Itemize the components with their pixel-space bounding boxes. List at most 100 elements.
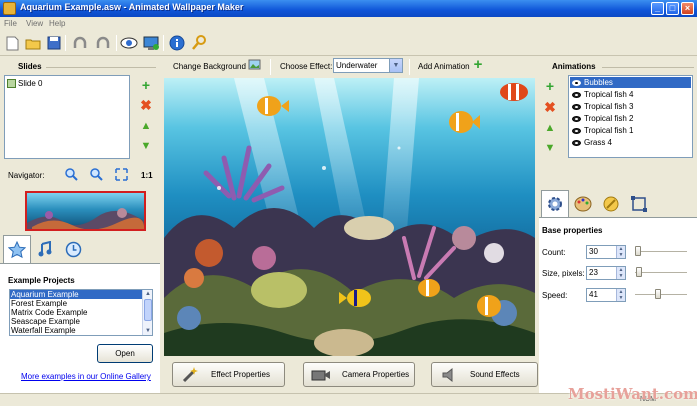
visibility-eye-icon[interactable] — [572, 127, 581, 134]
list-item[interactable]: Aquarium Example — [10, 290, 152, 299]
camera-properties-button[interactable]: Camera Properties — [303, 362, 415, 387]
undo-icon[interactable] — [71, 34, 89, 52]
fit-to-window-icon[interactable] — [114, 167, 128, 181]
move-animation-up-button[interactable]: ▲ — [543, 121, 557, 135]
move-slide-down-button[interactable]: ▼ — [139, 139, 153, 153]
save-icon[interactable] — [45, 34, 63, 52]
effect-properties-button[interactable]: Effect Properties — [172, 362, 285, 387]
list-item[interactable]: Tropical fish 1 — [570, 125, 691, 136]
slide-icon — [7, 79, 16, 88]
navigator-label: Navigator: — [8, 171, 45, 180]
examples-list[interactable]: Aquarium Example Forest Example Matrix C… — [9, 289, 153, 336]
visibility-eye-icon[interactable] — [572, 103, 581, 110]
actual-size-button[interactable]: 1:1 — [141, 171, 153, 180]
watermark: MostiWant.com — [568, 385, 697, 403]
speed-slider-thumb[interactable] — [655, 289, 661, 299]
list-item[interactable]: Forest Example — [10, 299, 152, 308]
key-icon[interactable] — [190, 34, 208, 52]
change-background-icon[interactable] — [248, 58, 262, 72]
list-item[interactable]: Tropical fish 2 — [570, 113, 691, 124]
spinner-arrows-icon[interactable]: ▲ ▼ — [616, 246, 625, 258]
change-background-button[interactable]: Change Background — [173, 62, 246, 71]
zoom-in-icon[interactable] — [64, 167, 78, 181]
base-properties-title: Base properties — [542, 226, 603, 235]
move-slide-up-button[interactable]: ▲ — [139, 119, 153, 133]
minimize-button[interactable]: _ — [651, 2, 664, 15]
animations-list[interactable]: Bubbles Tropical fish 4 Tropical fish 3 … — [568, 75, 693, 158]
tab-area[interactable] — [625, 190, 653, 217]
preview-eye-icon[interactable] — [120, 34, 138, 52]
wand-icon — [179, 366, 201, 383]
tab-schedule[interactable] — [59, 235, 87, 263]
slides-list[interactable]: Slide 0 — [4, 75, 130, 159]
window-title: Aquarium Example.asw - Animated Wallpape… — [20, 2, 244, 12]
tropical-fish-1 — [257, 96, 289, 116]
sound-effects-button[interactable]: Sound Effects — [431, 362, 538, 387]
menu-file[interactable]: File — [4, 19, 17, 28]
zoom-out-icon[interactable] — [89, 167, 103, 181]
list-item[interactable]: Grass 4 — [570, 137, 691, 148]
redo-icon[interactable] — [94, 34, 112, 52]
tab-motion[interactable] — [597, 190, 625, 217]
list-item[interactable]: Slide 0 — [7, 78, 127, 89]
menu-view[interactable]: View — [26, 19, 43, 28]
move-animation-down-button[interactable]: ▼ — [543, 141, 557, 155]
speed-slider[interactable] — [635, 289, 687, 299]
count-spinner[interactable]: 30 ▲ ▼ — [586, 245, 626, 259]
tab-color[interactable] — [569, 190, 597, 217]
info-icon[interactable] — [168, 34, 186, 52]
examples-scrollbar[interactable]: ▲ ▼ — [142, 290, 152, 335]
animations-title: Animations — [552, 62, 596, 71]
visibility-eye-icon[interactable] — [572, 91, 581, 98]
scroll-down-icon[interactable]: ▼ — [144, 327, 152, 335]
scroll-up-icon[interactable]: ▲ — [144, 290, 152, 298]
list-item[interactable]: Tropical fish 3 — [570, 101, 691, 112]
navigator-preview[interactable] — [25, 191, 146, 231]
toolbar — [0, 30, 697, 56]
close-button[interactable]: × — [681, 2, 694, 15]
visibility-eye-icon[interactable] — [572, 79, 581, 86]
tab-examples[interactable] — [3, 235, 31, 263]
left-tab-strip — [0, 235, 160, 265]
open-folder-icon[interactable] — [24, 34, 42, 52]
online-gallery-link[interactable]: More examples in our Online Gallery — [21, 372, 151, 381]
apply-wallpaper-icon[interactable] — [142, 34, 160, 52]
add-animation-side-button[interactable]: + — [543, 79, 557, 93]
speed-spinner[interactable]: 41 ▲ ▼ — [586, 288, 626, 302]
list-item[interactable]: Bubbles — [570, 77, 691, 88]
delete-slide-button[interactable]: ✖ — [139, 98, 153, 112]
size-slider-thumb[interactable] — [636, 267, 642, 277]
tab-base-properties[interactable] — [541, 190, 569, 217]
count-label: Count: — [542, 248, 566, 257]
list-item[interactable]: Seascape Example — [10, 317, 152, 326]
tropical-fish-2 — [449, 111, 480, 133]
count-slider[interactable] — [635, 246, 687, 256]
size-spinner[interactable]: 23 ▲ ▼ — [586, 266, 626, 280]
visibility-eye-icon[interactable] — [572, 115, 581, 122]
count-slider-thumb[interactable] — [635, 246, 641, 256]
list-item[interactable]: Waterfall Example — [10, 326, 152, 335]
spinner-arrows-icon[interactable]: ▲ ▼ — [616, 267, 625, 279]
app-icon — [3, 2, 16, 15]
camera-icon — [310, 366, 332, 383]
choose-effect-label: Choose Effect: — [280, 62, 333, 71]
visibility-eye-icon[interactable] — [572, 139, 581, 146]
add-slide-button[interactable]: + — [139, 78, 153, 92]
list-item[interactable]: Matrix Code Example — [10, 308, 152, 317]
maximize-button[interactable]: □ — [666, 2, 679, 15]
list-item[interactable]: Tropical fish 4 — [570, 89, 691, 100]
menu-help[interactable]: Help — [49, 19, 65, 28]
delete-animation-button[interactable]: ✖ — [543, 100, 557, 114]
open-example-button[interactable]: Open — [97, 344, 153, 363]
tropical-fish-6 — [477, 295, 501, 317]
tab-music[interactable] — [31, 235, 59, 263]
add-animation-icon[interactable]: + — [471, 57, 485, 72]
new-icon[interactable] — [3, 34, 21, 52]
tropical-fish-5 — [418, 279, 440, 297]
size-slider[interactable] — [635, 267, 687, 277]
add-animation-button[interactable]: Add Animation — [418, 62, 470, 71]
wallpaper-preview-canvas[interactable] — [164, 78, 535, 356]
chevron-down-icon[interactable]: ▼ — [389, 59, 402, 72]
effect-select[interactable]: Underwater ▼ — [333, 58, 403, 73]
spinner-arrows-icon[interactable]: ▲ ▼ — [616, 289, 625, 301]
